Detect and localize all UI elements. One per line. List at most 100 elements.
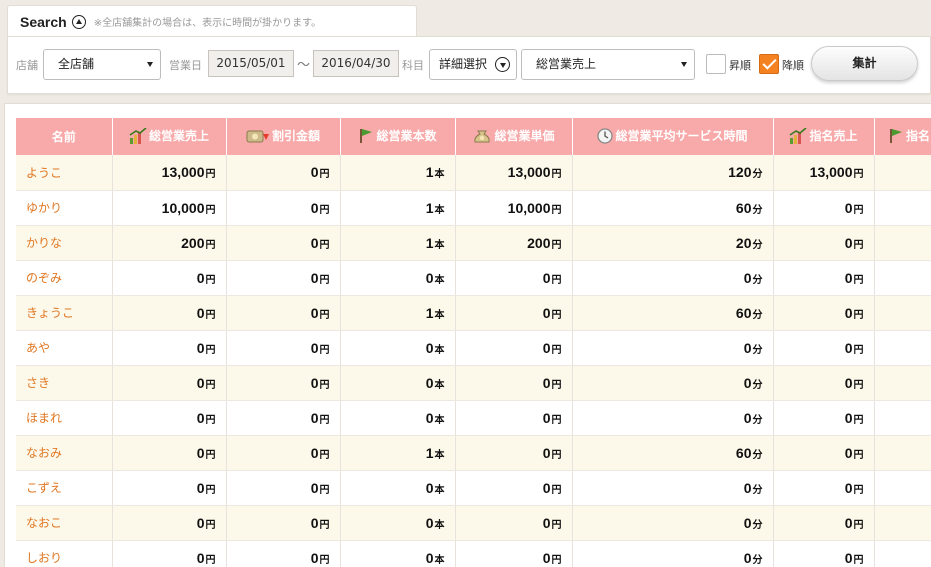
cell-unit: 円 [319,309,330,321]
cell-value: 0 [310,409,319,426]
table-cell-empty [874,260,931,296]
cell-unit: 分 [752,519,763,531]
table-cell-count: 1本 [340,155,456,191]
date-to-input[interactable]: 2016/04/30 [313,50,399,77]
cell-unit: 円 [551,379,562,391]
table-row: きょうこ 0円 0円 1本 0円 60分 0円 [16,295,931,331]
sales-chart-icon [789,126,807,147]
table-cell-avg_time: 0分 [572,330,774,366]
cell-value: 0 [743,269,752,286]
column-header-count[interactable]: 総営業本数 [340,118,456,155]
column-header-unit_price[interactable]: 総営業単価 [455,118,573,155]
table-cell-nom_sales: 0円 [773,540,875,567]
staff-name-link[interactable]: さき [16,365,113,401]
staff-name-link[interactable]: ほまれ [16,400,113,436]
column-header-avg_time[interactable]: 総営業平均サービス時間 [572,118,774,155]
cell-value: 0 [542,304,551,321]
cell-value: 0 [310,199,319,216]
staff-name-link[interactable]: しおり [16,540,113,567]
table-cell-empty [874,190,931,226]
cell-value: 0 [310,234,319,251]
column-header-label: 総営業売上 [148,128,209,143]
results-table: 名前 総営業売上 割引金額 総営業本数 総営業単価 総営業平均サービス時間 指名売上 指名 よ… [16,118,931,567]
staff-name-link[interactable]: ゆかり [16,190,113,226]
cell-unit: 円 [319,484,330,496]
cell-unit: 分 [752,309,763,321]
staff-name-link[interactable]: ようこ [16,155,113,191]
table-row: のぞみ 0円 0円 0本 0円 0分 0円 [16,260,931,296]
asc-checkbox[interactable] [706,54,726,74]
table-cell-discount: 0円 [226,225,341,261]
table-cell-sales: 13,000円 [112,155,227,191]
money-bag-icon [472,128,492,147]
table-cell-nom_sales: 0円 [773,365,875,401]
table-cell-avg_time: 0分 [572,540,774,567]
metric-select[interactable]: 総営業売上 [521,49,695,80]
detail-select-button[interactable]: 詳細選択 [429,49,517,80]
column-header-extra[interactable]: 指名 [874,118,931,155]
collapse-up-icon[interactable] [71,14,86,29]
staff-name-link[interactable]: きょうこ [16,295,113,331]
table-cell-count: 0本 [340,540,456,567]
date-from-input[interactable]: 2015/05/01 [208,50,294,77]
table-cell-nom_sales: 13,000円 [773,155,875,191]
store-select[interactable]: 全店舗 [43,49,161,80]
staff-name-link[interactable]: こずえ [16,470,113,506]
cell-value: 0 [196,339,205,356]
cell-value: 0 [844,514,853,531]
column-header-sales[interactable]: 総営業売上 [112,118,227,155]
cell-value: 0 [542,479,551,496]
cell-unit: 本 [434,449,445,461]
chevron-down-icon [147,62,153,67]
cell-value: 0 [844,339,853,356]
table-cell-avg_time: 0分 [572,470,774,506]
cell-value: 0 [743,409,752,426]
cell-unit: 円 [551,274,562,286]
table-row: ほまれ 0円 0円 0本 0円 0分 0円 [16,400,931,436]
staff-name-link[interactable]: かりな [16,225,113,261]
table-row: かりな 200円 0円 1本 200円 20分 0円 [16,225,931,261]
cell-unit: 円 [205,204,216,216]
cell-unit: 分 [752,484,763,496]
search-tab[interactable]: Search ※全店舗集計の場合は、表示に時間が掛かります。 [7,5,417,37]
flag-icon [888,128,904,147]
cell-unit: 円 [319,344,330,356]
cell-unit: 本 [434,554,445,566]
column-header-nom_sales[interactable]: 指名売上 [773,118,875,155]
desc-checkbox[interactable] [759,54,779,74]
cell-unit: 円 [853,414,864,426]
cell-unit: 円 [551,484,562,496]
cell-value: 0 [743,514,752,531]
cell-value: 0 [542,514,551,531]
cell-unit: 円 [853,379,864,391]
column-header-discount[interactable]: 割引金額 [226,118,341,155]
column-header-label: 名前 [51,130,76,144]
aggregate-button[interactable]: 集計 [811,46,918,81]
staff-name-link[interactable]: なおみ [16,435,113,471]
cell-value: 0 [425,269,434,286]
column-header-name[interactable]: 名前 [16,118,113,155]
cell-value: 10,000 [507,199,551,216]
cell-unit: 円 [319,274,330,286]
staff-name-link[interactable]: あや [16,330,113,366]
table-cell-empty [874,225,931,261]
table-cell-avg_time: 120分 [572,155,774,191]
staff-name-link[interactable]: のぞみ [16,260,113,296]
cell-unit: 円 [551,414,562,426]
table-cell-nom_sales: 0円 [773,260,875,296]
table-cell-avg_time: 60分 [572,435,774,471]
cell-unit: 分 [752,204,763,216]
table-cell-empty [874,505,931,541]
table-cell-avg_time: 0分 [572,505,774,541]
cell-value: 0 [310,514,319,531]
column-header-label: 指名 [905,128,930,143]
table-cell-discount: 0円 [226,470,341,506]
table-cell-unit_price: 10,000円 [455,190,573,226]
table-cell-empty [874,400,931,436]
table-cell-empty [874,365,931,401]
table-cell-count: 0本 [340,470,456,506]
staff-name-link[interactable]: なおこ [16,505,113,541]
table-row: しおり 0円 0円 0本 0円 0分 0円 [16,540,931,567]
table-body: ようこ 13,000円 0円 1本 13,000円 120分 13,000円 ゆかり 10,00… [16,155,931,567]
table-cell-nom_sales: 0円 [773,400,875,436]
